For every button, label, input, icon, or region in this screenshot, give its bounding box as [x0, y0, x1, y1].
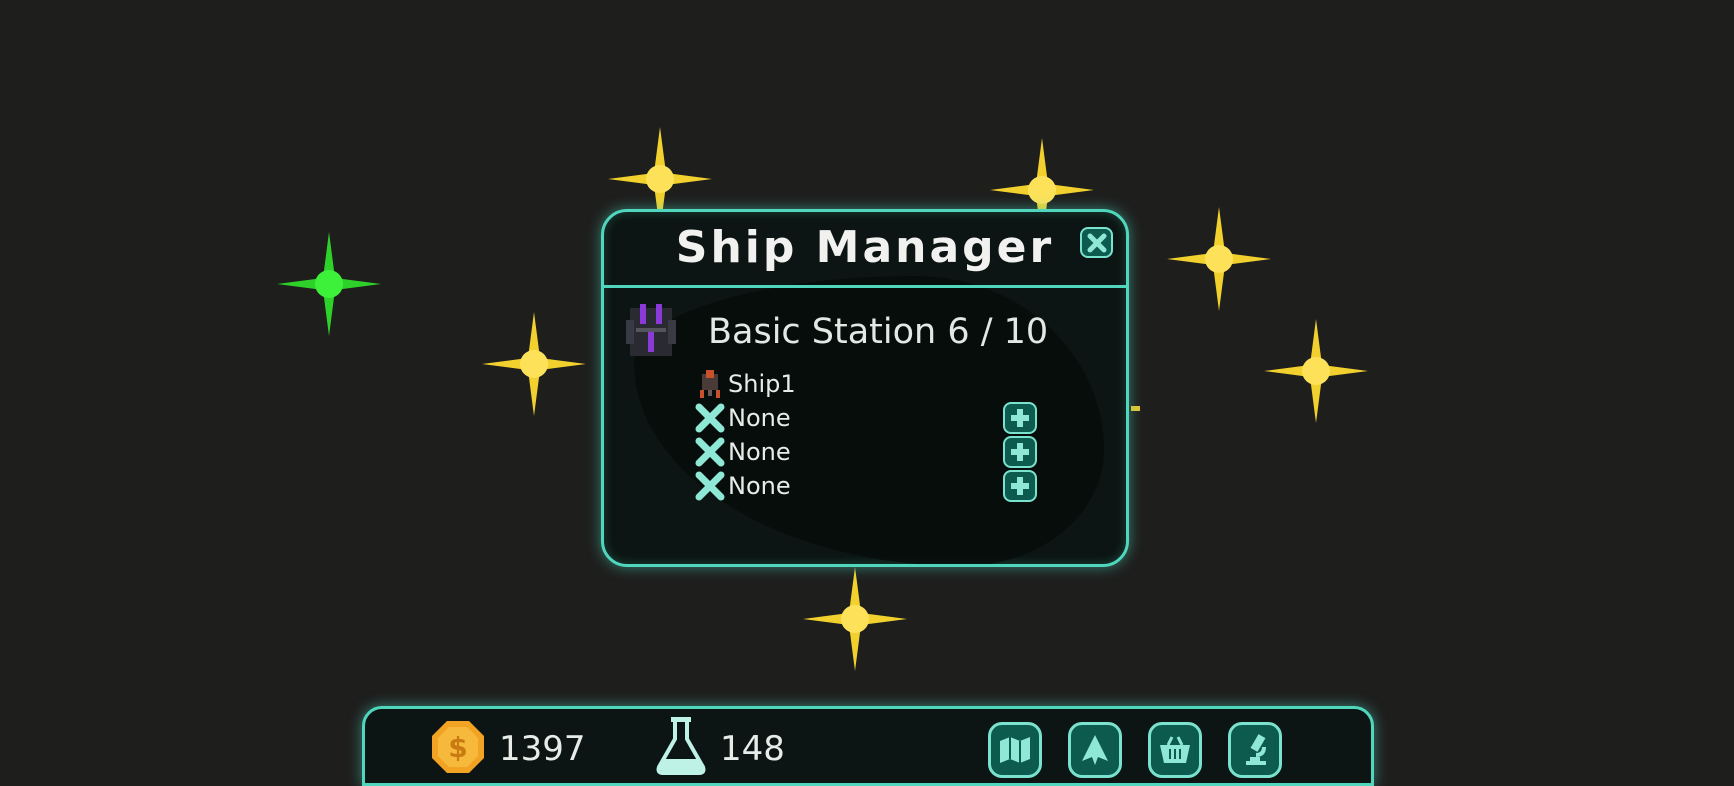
empty-slot-x-icon [695, 437, 725, 467]
shop-button[interactable] [1148, 722, 1202, 778]
star-yellow[interactable] [1264, 319, 1368, 423]
station-icon [626, 304, 676, 356]
research-button[interactable] [1228, 722, 1282, 778]
svg-text:$: $ [448, 731, 467, 764]
close-icon [1087, 233, 1106, 252]
dialog-title: Ship Manager [675, 222, 1055, 273]
dialog-header: Ship Manager [604, 212, 1126, 288]
add-ship-button[interactable] [1003, 470, 1037, 502]
ship-icon [700, 370, 720, 398]
empty-slot-x-icon [695, 403, 725, 433]
slot-name: None [728, 404, 791, 432]
slot-name: Ship1 [728, 370, 796, 398]
map-icon [1000, 737, 1030, 763]
ship-slot-3[interactable]: None [694, 436, 1094, 468]
flask-icon [656, 717, 706, 775]
ships-button[interactable] [1068, 722, 1122, 778]
money-value: 1397 [499, 729, 586, 769]
money-resource: $ 1397 [430, 719, 590, 775]
plus-icon [1011, 477, 1029, 495]
ship-manager-dialog: Ship Manager Basic Station 6 / 10 Ship1 … [601, 209, 1129, 567]
add-ship-button[interactable] [1003, 402, 1037, 434]
add-ship-button[interactable] [1003, 436, 1037, 468]
science-resource: 148 [653, 717, 813, 775]
plus-icon [1011, 443, 1029, 461]
bottom-bar: $ 1397 148 [362, 706, 1374, 786]
ship-slot-1[interactable]: Ship1 [694, 368, 1094, 400]
close-button[interactable] [1080, 227, 1113, 258]
ship-nav-icon [1082, 735, 1108, 765]
research-microscope-icon [1246, 734, 1266, 765]
ship-slot-2[interactable]: None [694, 402, 1094, 434]
slot-name: None [728, 438, 791, 466]
coin-icon: $ [432, 721, 484, 773]
header-divider [604, 285, 1126, 288]
star-yellow[interactable] [482, 312, 586, 416]
star-yellow[interactable] [1167, 207, 1271, 311]
star-green-selected[interactable] [277, 232, 381, 336]
station-capacity-label: Basic Station 6 / 10 [708, 312, 1049, 352]
ship-slot-4[interactable]: None [694, 470, 1094, 502]
star-yellow[interactable] [803, 567, 907, 671]
empty-slot-x-icon [695, 471, 725, 501]
route-marker [1131, 406, 1140, 411]
plus-icon [1011, 409, 1029, 427]
science-value: 148 [720, 729, 785, 769]
map-button[interactable] [988, 722, 1042, 778]
station-row: Basic Station 6 / 10 [622, 294, 1102, 364]
slot-name: None [728, 472, 791, 500]
shop-basket-icon [1160, 736, 1190, 763]
